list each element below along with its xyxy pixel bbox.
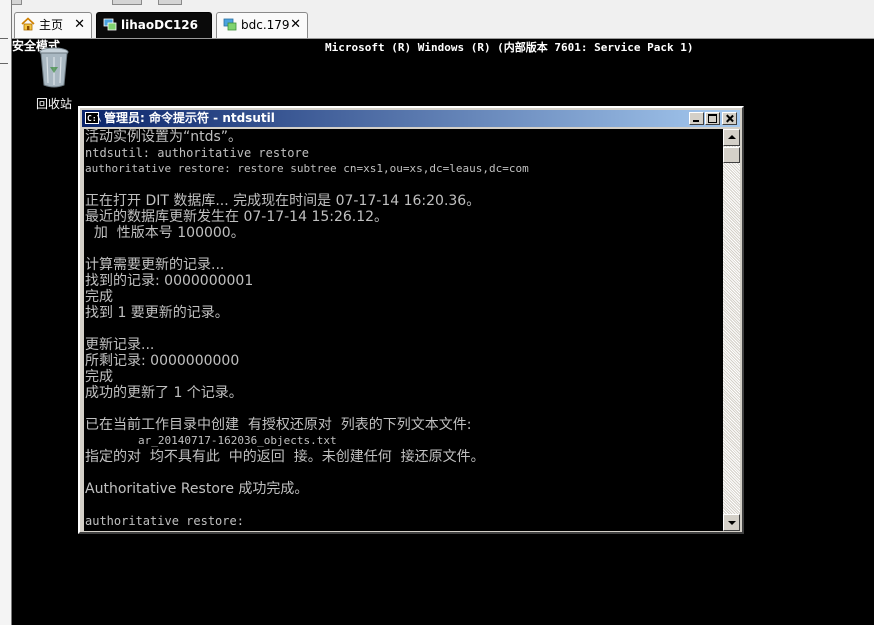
- tab-label: bdc.179: [241, 18, 290, 32]
- server-icon: [103, 18, 117, 31]
- command-prompt-window[interactable]: C:\ 管理员: 命令提示符 - ntdsutil 活动实例设置为“ntds”。…: [78, 106, 744, 534]
- console-line: 正在打开 DIT 数据库... 完成现在时间是 07-17-14 16:20.3…: [85, 193, 481, 209]
- console-line: authoritative restore: restore subtree c…: [85, 162, 529, 175]
- console-line: 加 性版本号 100000。: [85, 225, 245, 241]
- console-line: 更新记录...: [85, 337, 155, 353]
- console-line: 完成: [85, 289, 113, 305]
- tab-label: lihaoDC126: [121, 18, 198, 32]
- os-version-banner: Microsoft (R) Windows (R) (内部版本 7601: Se…: [325, 41, 694, 54]
- close-icon[interactable]: ✕: [290, 13, 301, 37]
- title-bar[interactable]: C:\ 管理员: 命令提示符 - ntdsutil: [82, 110, 740, 127]
- console-line: Authoritative Restore 成功完成。: [85, 481, 309, 497]
- scrollbar-track[interactable]: [723, 129, 740, 531]
- toolbar-stub: [112, 0, 142, 5]
- home-icon: [21, 17, 35, 31]
- tab-bdc179[interactable]: bdc.179 ✕: [216, 12, 308, 38]
- scroll-up-button[interactable]: [723, 129, 740, 146]
- console-line: ntdsutil: authoritative restore: [85, 146, 309, 160]
- tab-home[interactable]: 主页 ✕: [14, 12, 92, 38]
- close-icon[interactable]: ✕: [74, 13, 85, 37]
- console-line: 活动实例设置为“ntds”。: [85, 129, 243, 145]
- close-button[interactable]: [722, 112, 737, 125]
- console-line: 所剩记录: 0000000000: [85, 353, 240, 369]
- console-line: 找到 1 要更新的记录。: [85, 305, 229, 321]
- console-icon: C:\: [85, 112, 102, 124]
- console-line: 指定的对 均不具有此 中的返回 接。未创建任何 接还原文件。: [85, 449, 485, 465]
- scroll-down-button[interactable]: [723, 514, 740, 531]
- console-line: 找到的记录: 0000000001: [85, 273, 254, 289]
- console-line: 计算需要更新的记录...: [85, 257, 225, 273]
- tab-lihaodc126[interactable]: lihaoDC126: [96, 12, 212, 38]
- console-line: ar_20140717-162036_objects.txt: [85, 434, 337, 447]
- window-title: 管理员: 命令提示符 - ntdsutil: [104, 111, 275, 125]
- host-side-panel: [0, 0, 12, 625]
- recycle-bin[interactable]: 回收站: [26, 45, 82, 112]
- minimize-button[interactable]: [689, 112, 704, 125]
- console-line: 已在当前工作目录中创建 有授权还原对 列表的下列文本文件:: [85, 417, 472, 433]
- console-line: 最近的数据库更新发生在 07-17-14 15:26.12。: [85, 209, 389, 225]
- scrollbar-thumb[interactable]: [723, 147, 740, 163]
- console-line: 成功的更新了 1 个记录。: [85, 385, 243, 401]
- remote-icon: [223, 18, 237, 31]
- recycle-bin-label: 回收站: [35, 97, 72, 111]
- recycle-bin-icon: [39, 47, 69, 88]
- vertical-scrollbar[interactable]: [723, 129, 740, 531]
- maximize-button[interactable]: [705, 112, 720, 125]
- toolbar-stub: [158, 0, 182, 5]
- console-output[interactable]: 活动实例设置为“ntds”。 ntdsutil: authoritative r…: [84, 129, 723, 531]
- tab-label: 主页: [39, 18, 64, 32]
- console-line: 完成: [85, 369, 113, 385]
- console-prompt[interactable]: authoritative restore:: [85, 513, 723, 529]
- panel-handle[interactable]: [0, 38, 8, 64]
- tab-strip: 主页 ✕ lihaoDC126 bdc.179 ✕: [0, 0, 874, 39]
